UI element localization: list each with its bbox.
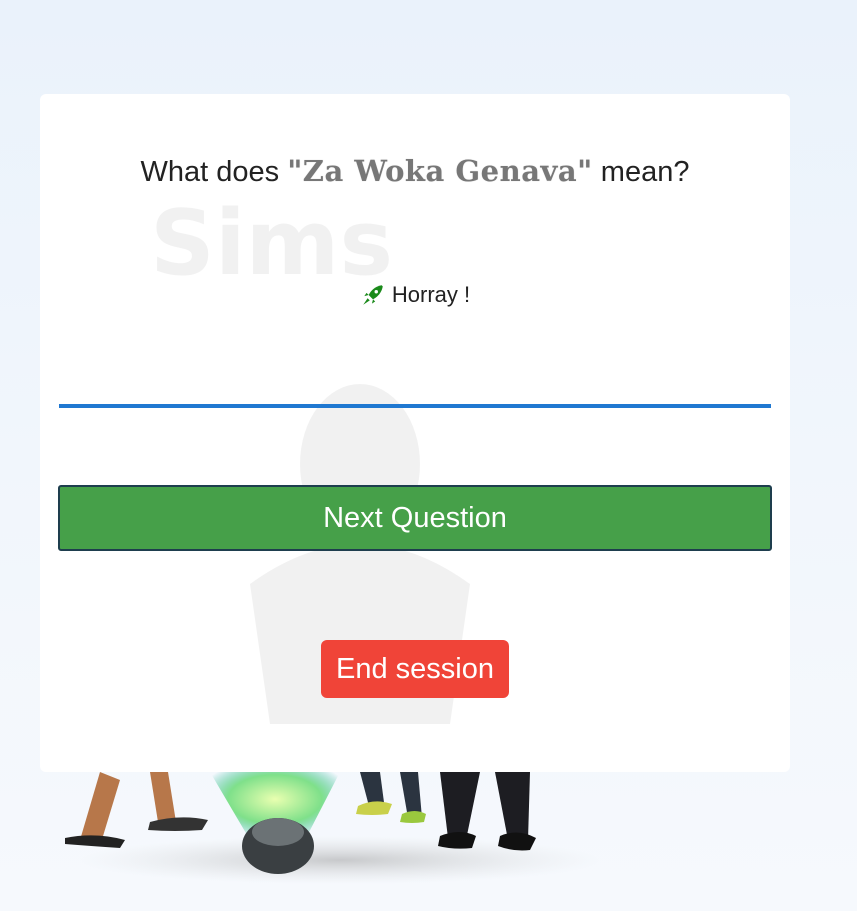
feedback-message: Horray ! xyxy=(40,282,790,308)
answer-input[interactable] xyxy=(59,364,771,408)
end-session-button[interactable]: End session xyxy=(321,640,509,698)
next-question-button[interactable]: Next Question xyxy=(58,485,772,551)
question-text: What does "Za Woka Genava" mean? xyxy=(40,154,790,189)
question-phrase: "Za Woka Genava" xyxy=(287,154,593,188)
feedback-text: Horray ! xyxy=(391,282,471,307)
question-prefix: What does xyxy=(140,156,288,188)
rocket-icon xyxy=(363,285,383,305)
quiz-card: Sims What does "Za Woka Genava" mean? Ho… xyxy=(40,94,790,772)
question-suffix: mean? xyxy=(592,156,690,188)
